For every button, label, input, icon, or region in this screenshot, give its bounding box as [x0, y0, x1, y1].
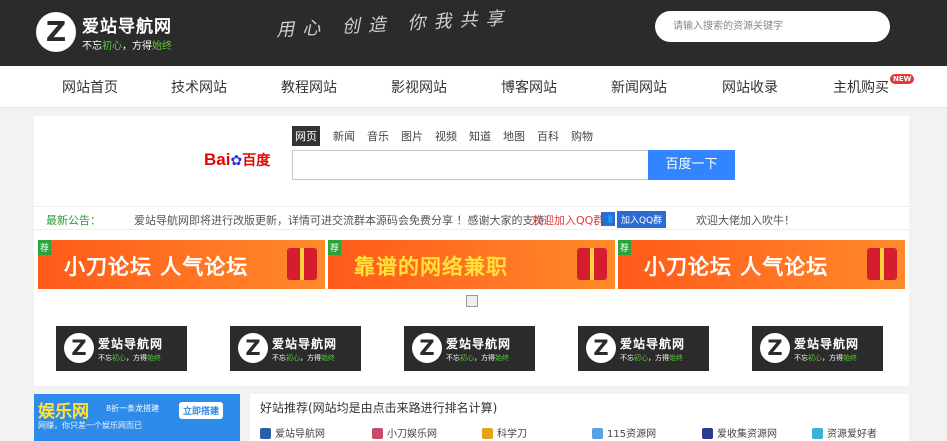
logo-badge: Z [586, 333, 616, 363]
ad-title: 娱乐网 [38, 402, 89, 422]
partner-logo-tile[interactable]: Z 爱站导航网 不忘初心，方得始终 [404, 326, 535, 371]
partner-logo-tile[interactable]: Z 爱站导航网 不忘初心，方得始终 [230, 326, 361, 371]
baidu-logo[interactable]: Bai✿百度 [204, 150, 278, 176]
tab-shopping[interactable]: 购物 [568, 126, 596, 146]
logo-slogan: 不忘初心，方得始终 [620, 354, 683, 362]
logo-badge: Z [238, 333, 268, 363]
site-favicon-icon [260, 428, 271, 439]
baidu-search-button[interactable]: 百度一下 [648, 150, 735, 180]
tab-map[interactable]: 地图 [500, 126, 528, 146]
site-link[interactable]: 资源爱好者 [812, 425, 877, 440]
nav-home[interactable]: 网站首页 [62, 77, 118, 97]
logo-badge: Z [36, 12, 76, 52]
logo-name: 爱站导航网 [82, 17, 172, 37]
banner-ad[interactable]: 荐 小刀论坛 人气论坛 [618, 240, 905, 289]
ad-tag: 8折一条龙搭建 [106, 404, 160, 413]
partner-logo-tile[interactable]: Z 爱站导航网 不忘初心，方得始终 [752, 326, 883, 371]
notice-welcome: 欢迎大佬加入吹牛！ [696, 214, 795, 227]
recommend-tag: 荐 [38, 240, 52, 255]
site-favicon-icon [372, 428, 383, 439]
broken-image-icon [466, 295, 478, 307]
logo-slogan: 不忘初心，方得始终 [98, 354, 161, 362]
tab-music[interactable]: 音乐 [364, 126, 392, 146]
ad-subtitle: 网赚，你只差一个娱乐网而已 [38, 421, 142, 430]
banner-ad[interactable]: 荐 小刀论坛 人气论坛 [38, 240, 325, 289]
notice-text: 爱站导航网即将进行改版更新，详情可进交流群本源码会免费分享 ！感谢大家的支持！ [134, 214, 556, 227]
site-favicon-icon [482, 428, 493, 439]
site-link[interactable]: 小刀娱乐网 [372, 425, 437, 440]
top-header: Z 爱站导航网 不忘初心，方得始终 用心 创造 你我共享 [0, 0, 947, 66]
nav-tutorial[interactable]: 教程网站 [281, 77, 337, 97]
site-link[interactable]: 爱收集资源网 [702, 425, 777, 440]
recommend-tag: 荐 [328, 240, 342, 255]
site-link[interactable]: 爱站导航网 [260, 425, 325, 440]
banner-text: 小刀论坛 人气论坛 [644, 255, 829, 279]
join-qq-button[interactable]: 加入QQ群 [617, 211, 667, 228]
logo-name: 爱站导航网 [272, 337, 338, 351]
nav-hosting[interactable]: 主机购买 [833, 77, 889, 97]
notice-label: 最新公告： [46, 214, 101, 227]
partner-logo-tile[interactable]: Z 爱站导航网 不忘初心，方得始终 [578, 326, 709, 371]
logo-name: 爱站导航网 [794, 337, 860, 351]
paw-icon: ✿ [230, 153, 243, 169]
logo-name: 爱站导航网 [620, 337, 686, 351]
gift-icon [287, 248, 317, 280]
notice-bar: 最新公告： 爱站导航网即将进行改版更新，详情可进交流群本源码会免费分享 ！感谢大… [34, 206, 909, 230]
banner-text: 靠谱的网络兼职 [354, 255, 508, 279]
logo-slogan: 不忘初心，方得始终 [272, 354, 335, 362]
nav-submit-site[interactable]: 网站收录 [722, 77, 778, 97]
entertainment-ad[interactable]: 娱乐网 8折一条龙搭建 立即搭建 网赚，你只差一个娱乐网而已 [34, 394, 240, 441]
logo-slogan: 不忘初心，方得始终 [794, 354, 857, 362]
tab-zhidao[interactable]: 知道 [466, 126, 494, 146]
banner-ad[interactable]: 荐 靠谱的网络兼职 [328, 240, 615, 289]
nav-video[interactable]: 影视网站 [391, 77, 447, 97]
logo-slogan: 不忘初心，方得始终 [82, 41, 172, 52]
build-now-button[interactable]: 立即搭建 [179, 402, 224, 419]
tab-baike[interactable]: 百科 [534, 126, 562, 146]
new-badge: NEW [890, 74, 915, 84]
join-qq-link[interactable]: 欢迎加入QQ群 [532, 212, 604, 228]
qq-icon[interactable]: 👥 [601, 212, 615, 226]
section-title: 好站推荐(网站均是由点击来路进行排名计算) [260, 401, 498, 415]
logo-badge: Z [760, 333, 790, 363]
logo-slogan: 不忘初心，方得始终 [446, 354, 509, 362]
tab-images[interactable]: 图片 [398, 126, 426, 146]
nav-blog[interactable]: 博客网站 [501, 77, 557, 97]
site-favicon-icon [592, 428, 603, 439]
site-link[interactable]: 115资源网 [592, 425, 656, 440]
nav-news[interactable]: 新闻网站 [611, 77, 667, 97]
baidu-search-input[interactable] [292, 150, 682, 180]
banner-text: 小刀论坛 人气论坛 [64, 255, 249, 279]
tab-news[interactable]: 新闻 [330, 126, 358, 146]
partner-logo-tile[interactable]: Z 爱站导航网 不忘初心，方得始终 [56, 326, 187, 371]
tab-web[interactable]: 网页 [292, 126, 320, 146]
main-panel: Bai✿百度 网页 新闻 音乐 图片 视频 知道 地图 百科 购物 百度一下 最… [34, 116, 909, 386]
logo-name: 爱站导航网 [446, 337, 512, 351]
site-favicon-icon [812, 428, 823, 439]
nav-tech[interactable]: 技术网站 [171, 77, 227, 97]
site-motto: 用心 创造 你我共享 [275, 7, 512, 42]
logo-badge: Z [64, 333, 94, 363]
main-nav: 网站首页 技术网站 教程网站 影视网站 博客网站 新闻网站 网站收录 主机购买 … [0, 66, 947, 108]
tab-video[interactable]: 视频 [432, 126, 460, 146]
recommend-tag: 荐 [618, 240, 632, 255]
gift-icon [577, 248, 607, 280]
resource-search-input[interactable] [655, 11, 890, 42]
site-favicon-icon [702, 428, 713, 439]
site-link[interactable]: 科学刀 [482, 425, 527, 440]
recommended-sites: 好站推荐(网站均是由点击来路进行排名计算) 爱站导航网 小刀娱乐网 科学刀 11… [250, 394, 909, 441]
logo-name: 爱站导航网 [98, 337, 164, 351]
site-logo[interactable]: Z 爱站导航网 不忘初心，方得始终 [36, 10, 216, 56]
gift-icon [867, 248, 897, 280]
logo-badge: Z [412, 333, 442, 363]
